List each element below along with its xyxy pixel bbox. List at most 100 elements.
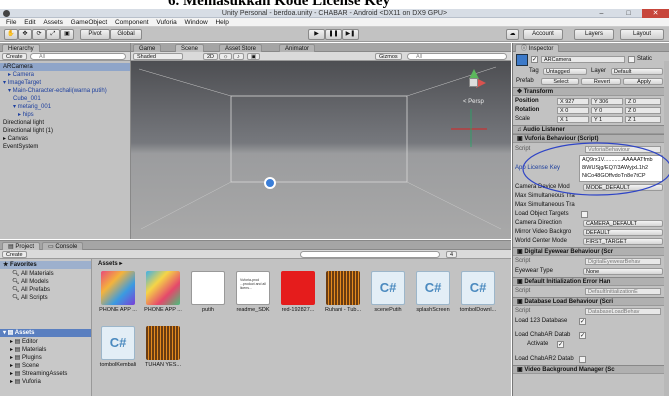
inspector-scrollbar[interactable] bbox=[664, 61, 669, 396]
maximize-button[interactable]: □ bbox=[615, 9, 642, 18]
rotate-tool-icon[interactable]: ⟳ bbox=[32, 29, 46, 40]
tab-game[interactable]: Game bbox=[133, 44, 162, 52]
asset-item[interactable]: C# tombolKembali bbox=[96, 326, 140, 368]
rect-tool-icon[interactable]: ▣ bbox=[60, 29, 74, 40]
fav-all-prefabs[interactable]: 🔍︎ All Prefabs bbox=[0, 286, 91, 294]
scene-search-input[interactable]: All bbox=[407, 53, 507, 60]
minimize-button[interactable]: – bbox=[588, 9, 615, 18]
load-object-targets-checkbox[interactable] bbox=[581, 211, 588, 218]
audio-toggle-icon[interactable]: ♪ bbox=[233, 53, 244, 60]
pivot-button[interactable]: Pivot bbox=[80, 29, 110, 40]
assets-subfolder[interactable]: ▸ ▤ Plugins bbox=[0, 354, 91, 362]
assets-subfolder[interactable]: ▸ ▤ Vuforia bbox=[0, 378, 91, 386]
tab-animator[interactable]: Animator bbox=[279, 44, 316, 52]
menu-assets[interactable]: Assets bbox=[43, 18, 63, 27]
asset-item[interactable]: PHONE APP ... bbox=[96, 271, 140, 313]
hierarchy-create-dropdown[interactable]: Create bbox=[2, 53, 27, 60]
static-checkbox[interactable] bbox=[628, 56, 635, 63]
layer-dropdown[interactable]: Default bbox=[611, 68, 663, 75]
asset-item[interactable]: Vuforia-prod ...product and all licens..… bbox=[231, 271, 275, 313]
2d-toggle[interactable]: 2D bbox=[203, 53, 219, 60]
hierarchy-item[interactable]: ▾ Main-Character-echali(warna putih) bbox=[0, 87, 130, 95]
fav-all-scripts[interactable]: 🔍︎ All Scripts bbox=[0, 294, 91, 302]
scale-tool-icon[interactable]: ⤢ bbox=[46, 29, 60, 40]
rotation-x-field[interactable]: X 0 bbox=[557, 107, 589, 114]
layers-dropdown[interactable]: Layers bbox=[574, 29, 614, 40]
project-create-dropdown[interactable]: Create bbox=[2, 251, 27, 258]
asset-item[interactable]: C# splashScreen bbox=[411, 271, 455, 313]
active-checkbox[interactable]: ✓ bbox=[531, 56, 538, 63]
load-chabar-database-checkbox[interactable]: ✓ bbox=[579, 332, 586, 339]
tab-inspector[interactable]: ⓘ Inspector bbox=[515, 44, 560, 52]
digital-eyewear-header[interactable]: ▣ Digital Eyewear Behaviour (Scr bbox=[513, 247, 669, 256]
project-breadcrumb[interactable]: Assets ▸ bbox=[98, 260, 507, 268]
tab-hierarchy[interactable]: Hierarchy bbox=[2, 44, 40, 52]
vuforia-behaviour-header[interactable]: ▣ Vuforia Behaviour (Script) bbox=[513, 134, 669, 143]
hierarchy-item[interactable]: ▾ ImageTarget bbox=[0, 79, 130, 87]
script-field[interactable]: VuforiaBehaviour bbox=[585, 146, 661, 153]
shading-mode-dropdown[interactable]: Shaded bbox=[133, 53, 183, 60]
hierarchy-item[interactable]: Directional light bbox=[0, 119, 130, 127]
menu-window[interactable]: Window bbox=[185, 18, 208, 27]
assets-subfolder[interactable]: ▸ ▤ Editor bbox=[0, 338, 91, 346]
digital-eyewear-script-field[interactable]: DigitalEyewearBehav bbox=[585, 258, 661, 265]
asset-item[interactable]: TUHAN YES... bbox=[141, 326, 185, 368]
activate-checkbox[interactable]: ✓ bbox=[557, 341, 564, 348]
hierarchy-item[interactable]: ▸ hips bbox=[0, 111, 130, 119]
asset-item[interactable]: C# scenePutih bbox=[366, 271, 410, 313]
account-dropdown[interactable]: Account bbox=[523, 29, 563, 40]
fav-all-materials[interactable]: 🔍︎ All Materials bbox=[0, 270, 91, 278]
layout-dropdown[interactable]: Layout bbox=[620, 29, 664, 40]
lighting-toggle-icon[interactable]: ☼ bbox=[219, 53, 233, 60]
database-load-script-field[interactable]: DatabaseLoadBehav bbox=[585, 308, 661, 315]
move-tool-icon[interactable]: ✥ bbox=[18, 29, 32, 40]
rotation-z-field[interactable]: Z 0 bbox=[625, 107, 661, 114]
pause-button[interactable]: ❚❚ bbox=[325, 29, 342, 40]
global-button[interactable]: Global bbox=[110, 29, 142, 40]
position-x-field[interactable]: X 927 bbox=[557, 98, 589, 105]
menu-gameobject[interactable]: GameObject bbox=[71, 18, 108, 27]
scale-x-field[interactable]: X 1 bbox=[557, 116, 589, 123]
effects-toggle-icon[interactable]: ▣ bbox=[247, 53, 261, 60]
position-y-field[interactable]: Y 306 bbox=[591, 98, 623, 105]
world-center-mode-dropdown[interactable]: FIRST_TARGET bbox=[583, 238, 663, 245]
assets-subfolder[interactable]: ▸ ▤ Scene bbox=[0, 362, 91, 370]
video-background-header[interactable]: ▣ Video Background Manager (Sc bbox=[513, 365, 669, 374]
hierarchy-item[interactable]: ▸ Canvas bbox=[0, 135, 130, 143]
hand-tool-icon[interactable]: ✋ bbox=[4, 29, 18, 40]
default-init-script-field[interactable]: DefaultInitializationE bbox=[585, 288, 661, 295]
tag-dropdown[interactable]: Untagged bbox=[543, 68, 587, 75]
menu-help[interactable]: Help bbox=[215, 18, 228, 27]
tab-console[interactable]: ▭ Console bbox=[42, 242, 84, 250]
menu-vuforia[interactable]: Vuforia bbox=[156, 18, 176, 27]
scale-z-field[interactable]: Z 1 bbox=[625, 116, 661, 123]
hierarchy-item[interactable]: Directional light (1) bbox=[0, 127, 130, 135]
tab-scene[interactable]: Scene bbox=[175, 44, 205, 52]
menu-file[interactable]: File bbox=[6, 18, 16, 27]
database-load-header[interactable]: ▣ Database Load Behaviour (Scri bbox=[513, 297, 669, 306]
hierarchy-item[interactable]: ARCamera bbox=[0, 63, 130, 71]
eyewear-type-dropdown[interactable]: None bbox=[583, 268, 663, 275]
persp-label[interactable]: < Persp bbox=[463, 99, 484, 105]
scale-y-field[interactable]: Y 1 bbox=[591, 116, 623, 123]
play-button[interactable]: ▶ bbox=[308, 29, 325, 40]
app-license-key-field[interactable]: AQ9rx1V............AAAAATfmb 8iWUSjg/EQ7… bbox=[579, 155, 663, 182]
gizmos-dropdown[interactable]: Gizmos bbox=[375, 53, 402, 60]
step-button[interactable]: ▶❚ bbox=[342, 29, 359, 40]
assets-subfolder[interactable]: ▸ ▤ Materials bbox=[0, 346, 91, 354]
assets-subfolder[interactable]: ▸ ▤ StreamingAssets bbox=[0, 370, 91, 378]
hierarchy-item[interactable]: ▾ metarig_001 bbox=[0, 103, 130, 111]
position-z-field[interactable]: Z 0 bbox=[625, 98, 661, 105]
fav-all-models[interactable]: 🔍︎ All Models bbox=[0, 278, 91, 286]
load-123-database-checkbox[interactable]: ✓ bbox=[579, 318, 586, 325]
transform-header[interactable]: ✥ Transform bbox=[513, 87, 669, 96]
camera-direction-dropdown[interactable]: CAMERA_DEFAULT bbox=[583, 220, 663, 227]
menu-component[interactable]: Component bbox=[115, 18, 149, 27]
load-chabar2-database-checkbox[interactable] bbox=[579, 356, 586, 363]
default-init-header[interactable]: ▣ Default Initialization Error Han bbox=[513, 277, 669, 286]
hierarchy-item[interactable]: EventSystem bbox=[0, 143, 130, 151]
tab-project[interactable]: ▤ Project bbox=[2, 242, 41, 250]
scene-viewport[interactable]: < Persp bbox=[131, 61, 511, 239]
hierarchy-item[interactable]: Cube_001 bbox=[0, 95, 130, 103]
asset-item[interactable]: Ruhani - Tub... bbox=[321, 271, 365, 313]
